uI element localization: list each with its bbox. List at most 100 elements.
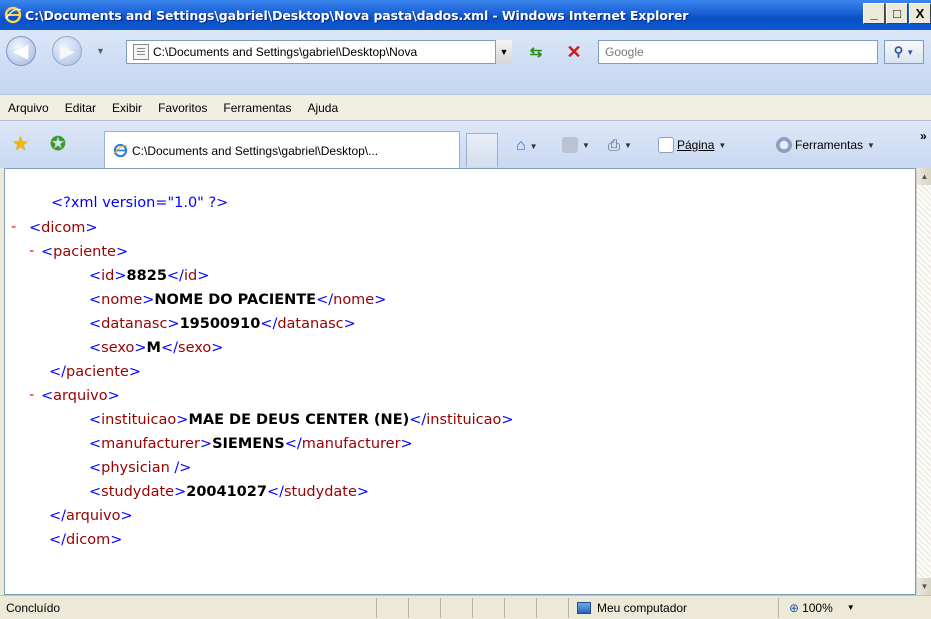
status-cell <box>536 597 568 618</box>
xml-line: <arquivo> <box>41 387 120 405</box>
close-button[interactable]: X <box>909 3 931 24</box>
xml-line: </arquivo> <box>49 507 133 525</box>
search-dropdown-icon: ▼ <box>906 47 915 57</box>
page-icon <box>133 44 149 60</box>
tools-dropdown-icon: ▼ <box>867 140 875 150</box>
xml-open-tag: <datanasc> <box>89 316 180 332</box>
zoom-control[interactable]: ⊕ 100% ▼ <box>778 597 888 618</box>
stop-button[interactable]: ✕ <box>562 40 586 64</box>
xml-close-tag: </nome> <box>316 292 387 308</box>
status-cell <box>440 597 472 618</box>
xml-open-tag: <instituicao> <box>89 412 189 428</box>
xml-open-tag: <id> <box>89 268 127 284</box>
feeds-button[interactable]: ▼ <box>562 137 590 153</box>
window-controls: _ □ X <box>863 3 931 24</box>
refresh-button[interactable]: ⇆ <box>524 40 548 64</box>
scroll-track[interactable] <box>917 185 931 578</box>
zoom-icon: ⊕ <box>789 600 800 615</box>
xml-open-tag: <paciente> <box>41 244 129 260</box>
xml-line: <dicom> <box>29 219 98 237</box>
tab-current[interactable]: C:\Documents and Settings\gabriel\Deskto… <box>104 131 460 169</box>
menu-editar[interactable]: Editar <box>65 101 96 115</box>
xml-close-tag: </id> <box>166 268 210 284</box>
minimize-button[interactable]: _ <box>863 3 885 24</box>
scroll-up-button[interactable]: ▲ <box>917 168 931 185</box>
back-arrow-icon: ◀ <box>14 40 28 61</box>
collapse-toggle[interactable]: - <box>29 243 34 259</box>
menu-favoritos[interactable]: Favoritos <box>158 101 207 115</box>
xml-value: SIEMENS <box>212 436 285 452</box>
xml-close-tag: </instituicao> <box>409 412 514 428</box>
xml-open-tag: <nome> <box>89 292 155 308</box>
stop-icon: ✕ <box>566 41 582 62</box>
tab-command-bar: ★ ✪ C:\Documents and Settings\gabriel\De… <box>0 120 931 169</box>
new-tab-button[interactable] <box>466 133 498 167</box>
xml-close-tag: </paciente> <box>49 364 142 380</box>
refresh-icon: ⇆ <box>529 44 543 61</box>
tools-menu-label: Ferramentas <box>795 138 864 152</box>
ie-logo-icon <box>4 6 22 24</box>
xml-open-tag: <studydate> <box>89 484 187 500</box>
address-url: C:\Documents and Settings\gabriel\Deskto… <box>153 45 418 59</box>
page-dropdown-icon: ▼ <box>718 140 727 150</box>
collapse-toggle[interactable]: - <box>29 387 34 403</box>
xml-line: <nome>NOME DO PACIENTE</nome> <box>89 291 386 309</box>
page-menu-label: Página <box>677 138 715 152</box>
tab-label: C:\Documents and Settings\gabriel\Deskto… <box>132 143 379 158</box>
menu-ferramentas[interactable]: Ferramentas <box>223 101 291 115</box>
zone-label: Meu computador <box>597 600 688 615</box>
xml-declaration: <?xml version="1.0" ?> <box>51 195 229 211</box>
more-commands-button[interactable]: » <box>920 129 927 143</box>
status-cell <box>504 597 536 618</box>
forward-button[interactable]: ▶ <box>52 36 82 66</box>
xml-open-tag: <sexo> <box>89 340 147 356</box>
xml-value: 8825 <box>126 268 167 284</box>
xml-line: <studydate>20041027</studydate> <box>89 483 369 501</box>
title-bar: C:\Documents and Settings\gabriel\Deskto… <box>0 0 931 30</box>
address-field[interactable]: C:\Documents and Settings\gabriel\Deskto… <box>126 40 512 64</box>
maximize-icon: □ <box>893 6 901 21</box>
xml-close-tag: </dicom> <box>49 532 123 548</box>
computer-icon <box>577 601 591 614</box>
xml-line: <physician /> <box>89 459 191 477</box>
xml-line: </paciente> <box>49 363 141 381</box>
vertical-scrollbar[interactable]: ▲ ▼ <box>916 168 931 595</box>
xml-close-tag: </datanasc> <box>260 316 356 332</box>
menu-exibir[interactable]: Exibir <box>112 101 142 115</box>
search-input[interactable]: Google <box>598 40 878 64</box>
scroll-up-icon: ▲ <box>920 172 929 181</box>
rss-feed-icon <box>562 137 578 153</box>
print-dropdown-icon: ▼ <box>624 141 632 150</box>
xml-value: M <box>146 340 161 356</box>
back-button[interactable]: ◀ <box>6 36 36 66</box>
menu-arquivo[interactable]: Arquivo <box>8 101 49 115</box>
zoom-level: 100% <box>802 600 833 615</box>
close-icon: X <box>915 6 925 21</box>
collapse-toggle[interactable]: - <box>11 219 16 235</box>
history-dropdown-icon[interactable]: ▼ <box>96 46 105 56</box>
address-toolbar: ◀ ▶ ▼ C:\Documents and Settings\gabriel\… <box>0 30 931 94</box>
xml-value: NOME DO PACIENTE <box>154 292 317 308</box>
page-menu-button[interactable]: Página ▼ <box>658 137 726 153</box>
favorites-center-icon[interactable]: ★ <box>12 133 29 156</box>
xml-value: 20041027 <box>186 484 267 500</box>
scroll-down-icon: ▼ <box>920 582 929 591</box>
status-cell <box>472 597 504 618</box>
xml-open-tag: <manufacturer> <box>89 436 213 452</box>
home-button[interactable]: ⌂ ▼ <box>516 137 538 155</box>
xml-line: <paciente> <box>41 243 128 261</box>
status-cell <box>408 597 440 618</box>
print-button[interactable]: ⎙ ▼ <box>608 137 632 154</box>
printer-icon: ⎙ <box>608 137 621 154</box>
search-button[interactable]: ⚲ ▼ <box>884 40 924 64</box>
maximize-button[interactable]: □ <box>886 3 908 24</box>
tools-menu-button[interactable]: Ferramentas ▼ <box>776 137 875 153</box>
menu-ajuda[interactable]: Ajuda <box>307 101 338 115</box>
security-zone[interactable]: Meu computador <box>568 597 778 618</box>
scroll-down-button[interactable]: ▼ <box>917 578 931 595</box>
add-favorite-icon[interactable]: ✪ <box>50 133 66 156</box>
address-dropdown-button[interactable]: ▼ <box>495 40 512 64</box>
xml-close-tag: </manufacturer> <box>284 436 413 452</box>
xml-close-tag: </sexo> <box>160 340 224 356</box>
xml-value: MAE DE DEUS CENTER (NE) <box>188 412 410 428</box>
